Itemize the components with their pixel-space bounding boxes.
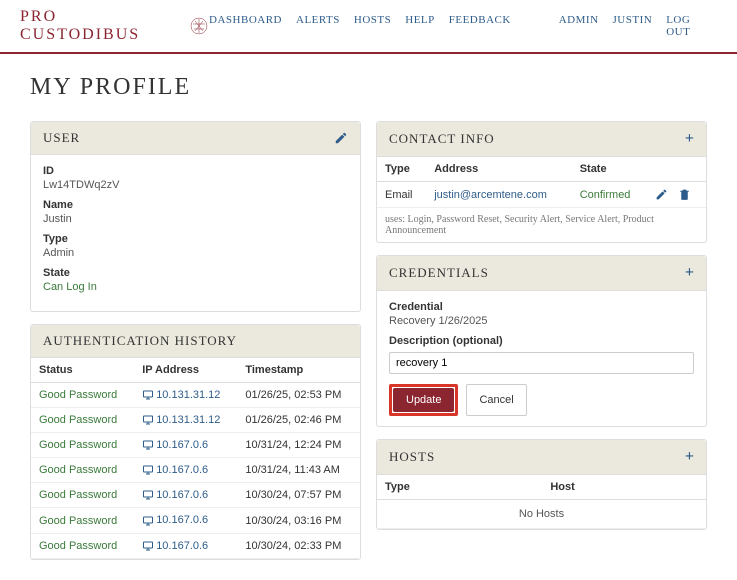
user-panel: USER IDLw14TDWq2zV NameJustin TypeAdmin … bbox=[30, 121, 361, 312]
edit-icon[interactable] bbox=[655, 188, 668, 201]
name-value: Justin bbox=[43, 213, 348, 225]
auth-timestamp: 10/30/24, 02:33 PM bbox=[237, 533, 360, 558]
nav-user[interactable]: JUSTIN bbox=[613, 14, 653, 38]
table-row: Good Password 10.131.31.12 01/26/25, 02:53… bbox=[31, 383, 360, 408]
contact-state: Confirmed bbox=[572, 182, 647, 208]
auth-timestamp: 10/31/24, 12:24 PM bbox=[237, 433, 360, 458]
auth-timestamp: 01/26/25, 02:53 PM bbox=[237, 383, 360, 408]
ip-link[interactable]: 10.167.0.6 bbox=[156, 514, 208, 526]
contact-col-state: State bbox=[572, 157, 647, 182]
hosts-col-host: Host bbox=[542, 475, 706, 500]
monitor-icon bbox=[142, 515, 154, 527]
contact-panel: CONTACT INFO + Type Address State Email … bbox=[376, 121, 707, 243]
nav-alerts[interactable]: ALERTS bbox=[296, 14, 340, 38]
logo-icon bbox=[189, 16, 209, 36]
state-value: Can Log In bbox=[43, 281, 348, 293]
col-ip: IP Address bbox=[134, 358, 237, 383]
nav-dashboard[interactable]: DASHBOARD bbox=[209, 14, 282, 38]
nav-admin[interactable]: ADMIN bbox=[559, 14, 599, 38]
nav-feedback[interactable]: FEEDBACK bbox=[449, 14, 511, 38]
contact-col-type: Type bbox=[377, 157, 426, 182]
cancel-button[interactable]: Cancel bbox=[466, 384, 526, 416]
trash-icon[interactable] bbox=[678, 188, 691, 201]
plus-icon[interactable]: + bbox=[685, 448, 694, 466]
table-row: Good Password 10.167.0.6 10/31/24, 11:43 A… bbox=[31, 458, 360, 483]
nav-hosts[interactable]: HOSTS bbox=[354, 14, 391, 38]
auth-status: Good Password bbox=[31, 408, 134, 433]
credential-value: Recovery 1/26/2025 bbox=[389, 315, 694, 327]
id-value: Lw14TDWq2zV bbox=[43, 179, 348, 191]
auth-status: Good Password bbox=[31, 433, 134, 458]
auth-history-table: Status IP Address Timestamp Good Passwor… bbox=[31, 358, 360, 559]
brand[interactable]: PRO CUSTODIBUS bbox=[20, 8, 209, 44]
monitor-icon bbox=[142, 414, 154, 426]
table-row: Good Password 10.167.0.6 10/31/24, 12:24 P… bbox=[31, 433, 360, 458]
auth-timestamp: 10/31/24, 11:43 AM bbox=[237, 458, 360, 483]
type-label: Type bbox=[43, 233, 348, 245]
hosts-col-type: Type bbox=[377, 475, 542, 500]
credentials-panel: CREDENTIALS + Credential Recovery 1/26/20… bbox=[376, 255, 707, 427]
credential-label: Credential bbox=[389, 301, 694, 313]
auth-history-title: AUTHENTICATION HISTORY bbox=[43, 333, 237, 349]
user-panel-title: USER bbox=[43, 130, 80, 146]
no-hosts: No Hosts bbox=[377, 500, 706, 529]
auth-status: Good Password bbox=[31, 458, 134, 483]
monitor-icon bbox=[142, 540, 154, 552]
auth-status: Good Password bbox=[31, 508, 134, 533]
plus-icon[interactable]: + bbox=[685, 130, 694, 148]
description-input[interactable] bbox=[389, 352, 694, 374]
table-row: Good Password10.167.0.610/30/24, 07:57 P… bbox=[31, 483, 360, 508]
hosts-title: HOSTS bbox=[389, 449, 435, 465]
edit-icon[interactable] bbox=[334, 131, 348, 145]
table-row: Good Password 10.167.0.6 10/30/24, 02:33 P… bbox=[31, 533, 360, 558]
ip-link[interactable]: 10.131.31.12 bbox=[156, 389, 220, 401]
ip-link[interactable]: 10.167.0.6 bbox=[156, 439, 208, 451]
auth-status: Good Password bbox=[31, 383, 134, 408]
ip-link[interactable]: 10.167.0.6 bbox=[156, 540, 208, 552]
update-button[interactable]: Update bbox=[393, 388, 454, 412]
contact-type: Email bbox=[377, 182, 426, 208]
auth-timestamp: 10/30/24, 07:57 PM bbox=[237, 483, 360, 508]
ip-link[interactable]: 10.167.0.6 bbox=[156, 464, 208, 476]
top-nav: DASHBOARD ALERTS HOSTS HELP FEEDBACK ADM… bbox=[209, 14, 717, 38]
monitor-icon bbox=[142, 464, 154, 476]
id-label: ID bbox=[43, 165, 348, 177]
auth-timestamp: 01/26/25, 02:46 PM bbox=[237, 408, 360, 433]
auth-history-panel: AUTHENTICATION HISTORY Status IP Address… bbox=[30, 324, 361, 560]
auth-status: Good Password bbox=[31, 533, 134, 558]
type-value: Admin bbox=[43, 247, 348, 259]
plus-icon[interactable]: + bbox=[685, 264, 694, 282]
table-row: Good Password 10.167.0.6 10/30/24, 03:16 P… bbox=[31, 508, 360, 533]
auth-status: Good Password bbox=[31, 483, 134, 508]
hosts-panel: HOSTS + Type Host No Hosts bbox=[376, 439, 707, 530]
nav-logout[interactable]: LOG OUT bbox=[666, 14, 717, 38]
col-status: Status bbox=[31, 358, 134, 383]
monitor-icon bbox=[142, 439, 154, 451]
contact-address[interactable]: justin@arcemtene.com bbox=[434, 189, 547, 201]
col-ts: Timestamp bbox=[237, 358, 360, 383]
state-label: State bbox=[43, 267, 348, 279]
brand-text: PRO CUSTODIBUS bbox=[20, 8, 183, 44]
monitor-icon bbox=[142, 389, 154, 401]
credentials-title: CREDENTIALS bbox=[389, 265, 489, 281]
contact-col-address: Address bbox=[426, 157, 571, 182]
nav-help[interactable]: HELP bbox=[405, 14, 435, 38]
table-row: Email justin@arcemtene.com Confirmed bbox=[377, 182, 706, 208]
ip-link[interactable]: 10.131.31.12 bbox=[156, 414, 220, 426]
auth-timestamp: 10/30/24, 03:16 PM bbox=[237, 508, 360, 533]
table-row: Good Password 10.131.31.12 01/26/25, 02:46… bbox=[31, 408, 360, 433]
name-label: Name bbox=[43, 199, 348, 211]
update-highlight: Update bbox=[389, 384, 458, 416]
contact-title: CONTACT INFO bbox=[389, 131, 495, 147]
contact-uses: uses: Login, Password Reset, Security Al… bbox=[377, 208, 706, 242]
description-label: Description (optional) bbox=[389, 335, 694, 347]
page-title: MY PROFILE bbox=[30, 74, 707, 101]
